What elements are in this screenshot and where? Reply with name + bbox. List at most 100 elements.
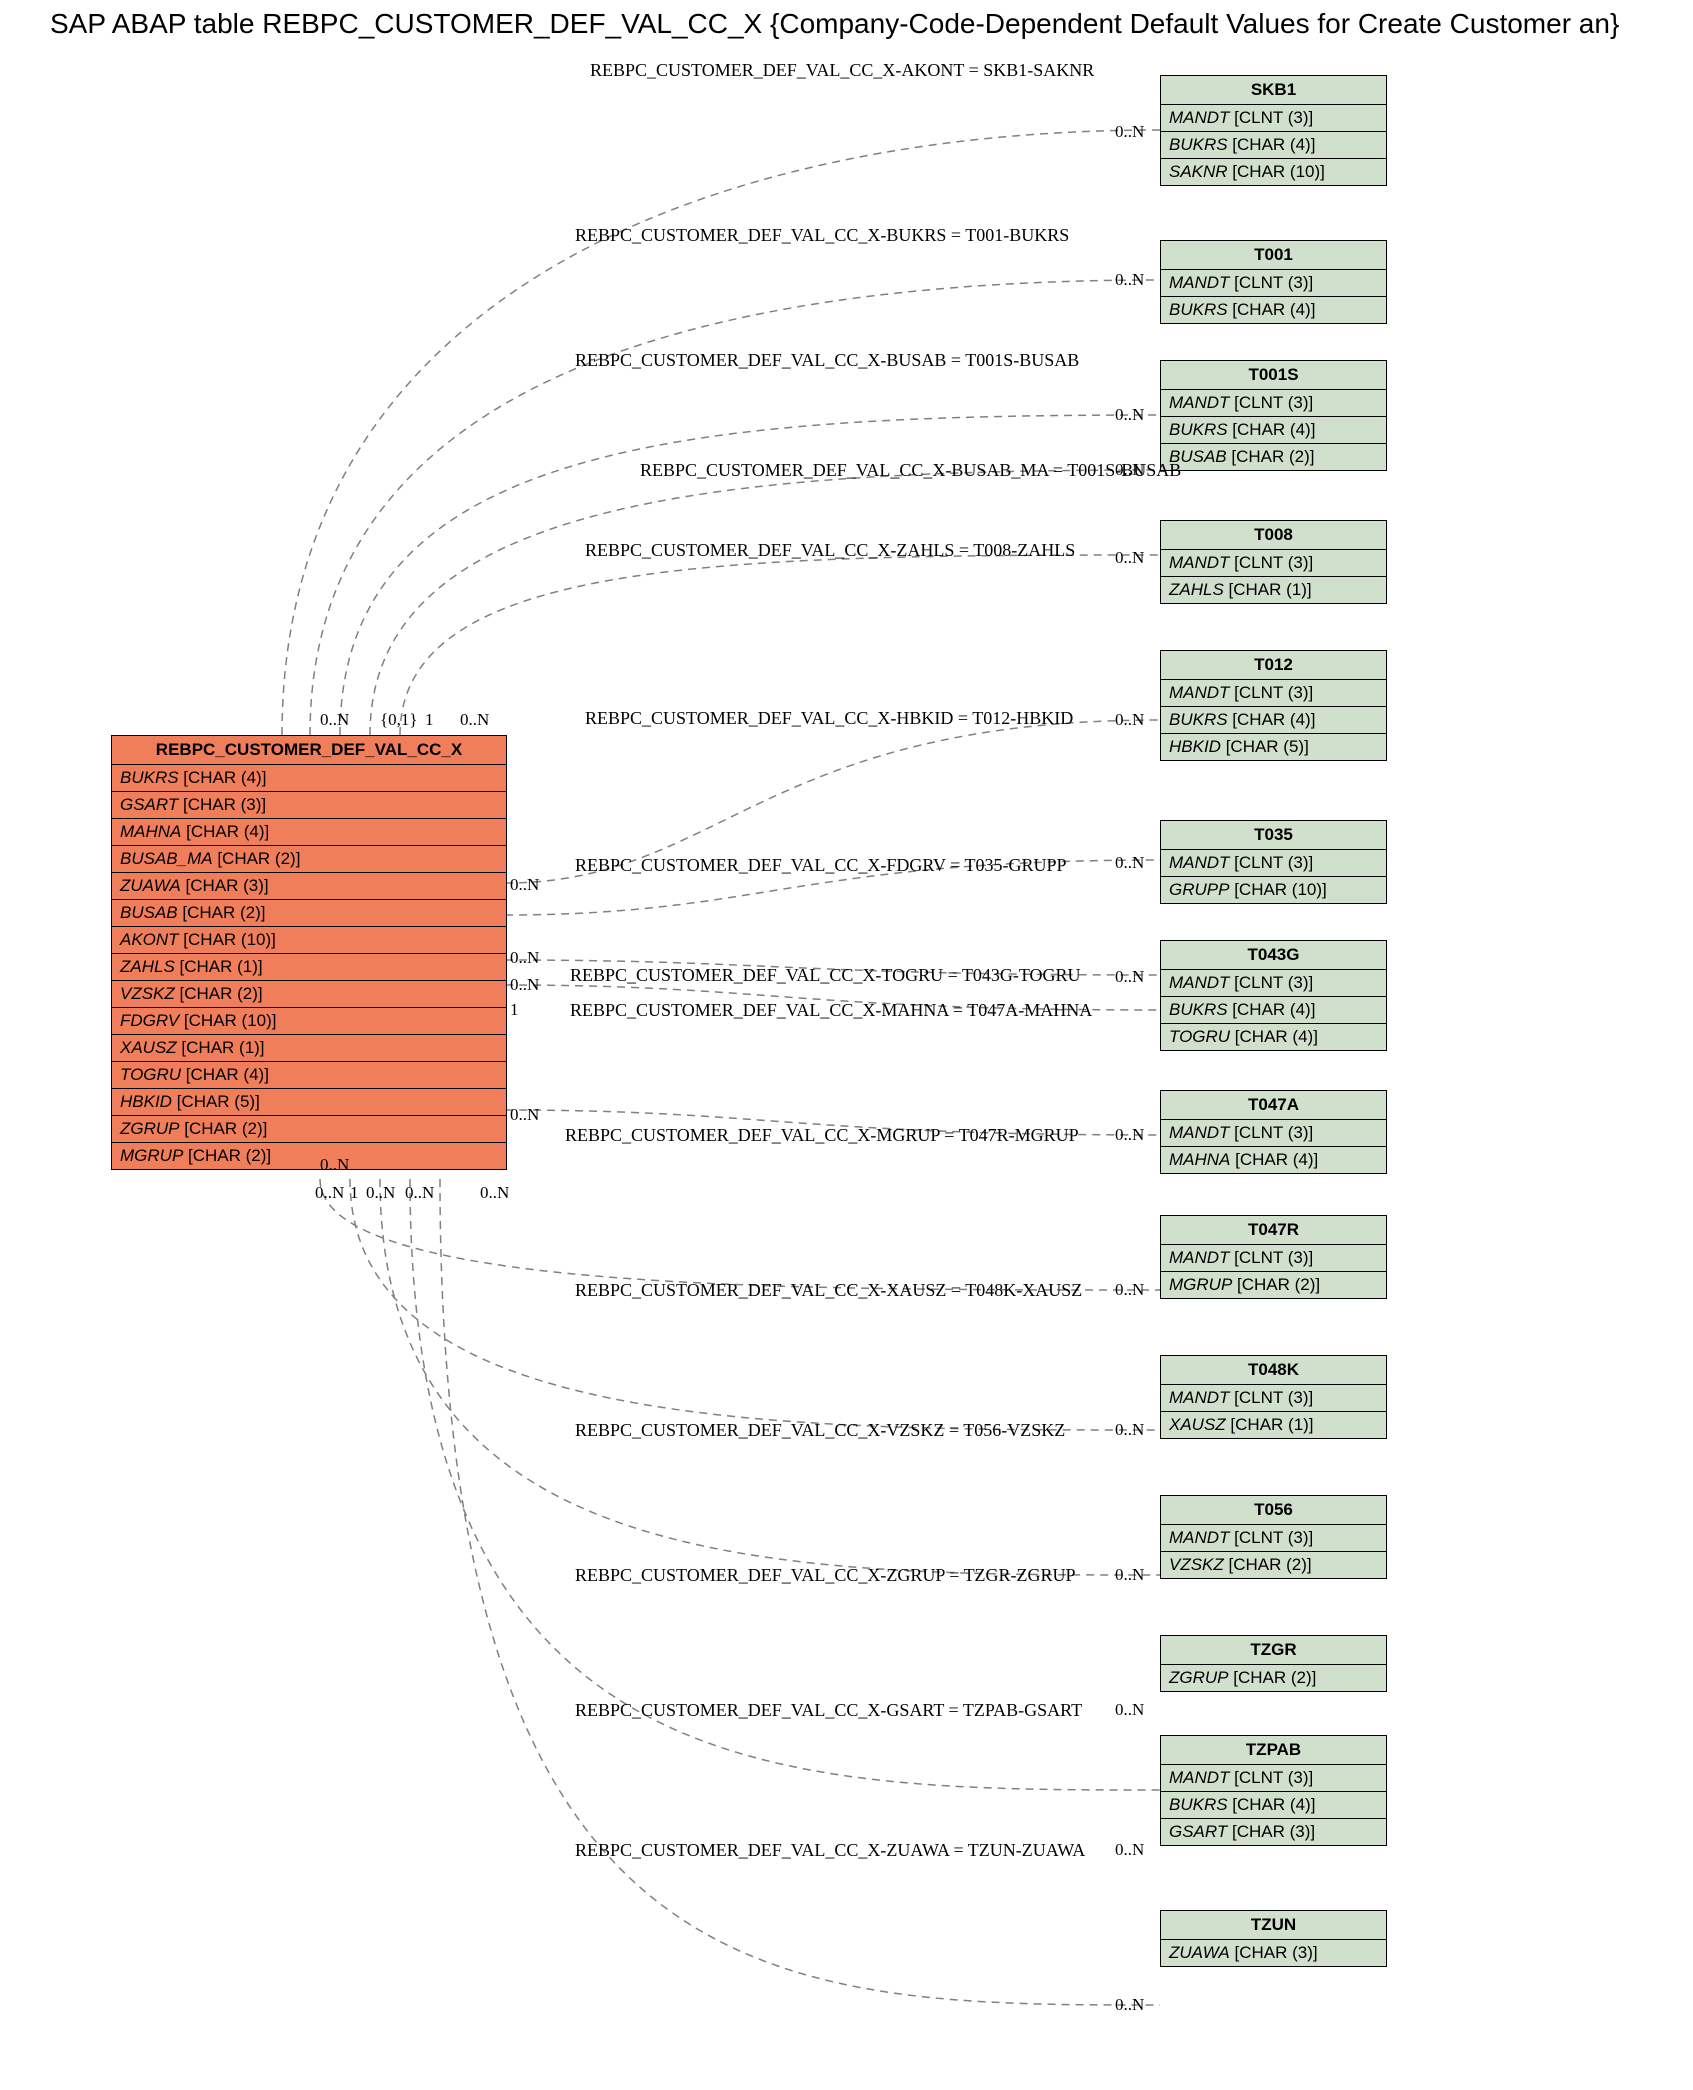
relation-label: REBPC_CUSTOMER_DEF_VAL_CC_X-ZAHLS = T008… [585,540,1075,561]
entity-field: MGRUP [CHAR (2)] [112,1143,506,1169]
cardinality: 0..N [510,948,539,968]
entity-header: T056 [1161,1496,1386,1525]
entity-field: AKONT [CHAR (10)] [112,927,506,954]
entity-field: TOGRU [CHAR (4)] [112,1062,506,1089]
cardinality: 0..N [405,1183,434,1203]
cardinality: 0..N [320,1155,349,1175]
relation-label: REBPC_CUSTOMER_DEF_VAL_CC_X-BUKRS = T001… [575,225,1069,246]
relation-label: REBPC_CUSTOMER_DEF_VAL_CC_X-BUSAB = T001… [575,350,1079,371]
entity-field: HBKID [CHAR (5)] [112,1089,506,1116]
cardinality: {0,1} [380,710,418,730]
cardinality: 0..N [1115,548,1144,568]
relation-label: REBPC_CUSTOMER_DEF_VAL_CC_X-GSART = TZPA… [575,1700,1082,1721]
entity-field: ZGRUP [CHAR (2)] [112,1116,506,1143]
entity-field: ZUAWA [CHAR (3)] [112,873,506,900]
entity-header: T047A [1161,1091,1386,1120]
entity-t048k: T048KMANDT [CLNT (3)]XAUSZ [CHAR (1)] [1160,1355,1387,1439]
cardinality: 0..N [1115,405,1144,425]
cardinality: 0..N [480,1183,509,1203]
entity-header: T012 [1161,651,1386,680]
entity-tzun: TZUNZUAWA [CHAR (3)] [1160,1910,1387,1967]
entity-field: MANDT [CLNT (3)] [1161,270,1386,297]
entity-field: MANDT [CLNT (3)] [1161,1120,1386,1147]
cardinality: 0..N [1115,1995,1144,2015]
relation-label: REBPC_CUSTOMER_DEF_VAL_CC_X-HBKID = T012… [585,708,1073,729]
entity-header: T008 [1161,521,1386,550]
cardinality: 0..N [366,1183,395,1203]
entity-t001s: T001SMANDT [CLNT (3)]BUKRS [CHAR (4)]BUS… [1160,360,1387,471]
entity-field: BUKRS [CHAR (4)] [1161,1792,1386,1819]
entity-header: T035 [1161,821,1386,850]
entity-field: HBKID [CHAR (5)] [1161,734,1386,760]
entity-main-header: REBPC_CUSTOMER_DEF_VAL_CC_X [112,736,506,765]
entity-header: SKB1 [1161,76,1386,105]
entity-field: GSART [CHAR (3)] [112,792,506,819]
cardinality: 0..N [320,710,349,730]
entity-t001: T001MANDT [CLNT (3)]BUKRS [CHAR (4)] [1160,240,1387,324]
entity-field: ZAHLS [CHAR (1)] [1161,577,1386,603]
entity-header: T048K [1161,1356,1386,1385]
entity-field: ZAHLS [CHAR (1)] [112,954,506,981]
entity-field: MANDT [CLNT (3)] [1161,1385,1386,1412]
entity-header: T001 [1161,241,1386,270]
entity-t056: T056MANDT [CLNT (3)]VZSKZ [CHAR (2)] [1160,1495,1387,1579]
entity-field: MANDT [CLNT (3)] [1161,1525,1386,1552]
cardinality: 0..N [1115,1700,1144,1720]
entity-t035: T035MANDT [CLNT (3)]GRUPP [CHAR (10)] [1160,820,1387,904]
cardinality: 0..N [1115,1840,1144,1860]
entity-field: MANDT [CLNT (3)] [1161,550,1386,577]
entity-field: MANDT [CLNT (3)] [1161,105,1386,132]
entity-field: XAUSZ [CHAR (1)] [112,1035,506,1062]
cardinality: 0..N [1115,1125,1144,1145]
relation-label: REBPC_CUSTOMER_DEF_VAL_CC_X-XAUSZ = T048… [575,1280,1082,1301]
entity-field: BUKRS [CHAR (4)] [1161,997,1386,1024]
cardinality: 0..N [510,875,539,895]
entity-tzgr: TZGRZGRUP [CHAR (2)] [1160,1635,1387,1692]
relation-label: REBPC_CUSTOMER_DEF_VAL_CC_X-ZUAWA = TZUN… [575,1840,1085,1861]
cardinality: 0..N [460,710,489,730]
entity-field: BUKRS [CHAR (4)] [1161,417,1386,444]
entity-field: BUKRS [CHAR (4)] [1161,707,1386,734]
entity-field: BUSAB_MA [CHAR (2)] [112,846,506,873]
entity-header: T047R [1161,1216,1386,1245]
entity-field: BUSAB [CHAR (2)] [1161,444,1386,470]
entity-field: MANDT [CLNT (3)] [1161,390,1386,417]
entity-field: FDGRV [CHAR (10)] [112,1008,506,1035]
relation-label: REBPC_CUSTOMER_DEF_VAL_CC_X-TOGRU = T043… [570,965,1081,986]
cardinality: 0..N [1115,1565,1144,1585]
relation-label: REBPC_CUSTOMER_DEF_VAL_CC_X-ZGRUP = TZGR… [575,1565,1076,1586]
entity-field: MGRUP [CHAR (2)] [1161,1272,1386,1298]
entity-field: MAHNA [CHAR (4)] [112,819,506,846]
entity-t047a: T047AMANDT [CLNT (3)]MAHNA [CHAR (4)] [1160,1090,1387,1174]
entity-header: T043G [1161,941,1386,970]
cardinality: 1 [350,1183,359,1203]
cardinality: 1 [425,710,434,730]
entity-header: T001S [1161,361,1386,390]
entity-field: BUKRS [CHAR (4)] [1161,297,1386,323]
cardinality: 0..N [510,1105,539,1125]
entity-field: MANDT [CLNT (3)] [1161,850,1386,877]
entity-field: VZSKZ [CHAR (2)] [1161,1552,1386,1578]
entity-field: BUSAB [CHAR (2)] [112,900,506,927]
entity-field: BUKRS [CHAR (4)] [1161,132,1386,159]
relation-label: REBPC_CUSTOMER_DEF_VAL_CC_X-MGRUP = T047… [565,1125,1079,1146]
entity-t012: T012MANDT [CLNT (3)]BUKRS [CHAR (4)]HBKI… [1160,650,1387,761]
entity-field: MANDT [CLNT (3)] [1161,1245,1386,1272]
entity-field: MAHNA [CHAR (4)] [1161,1147,1386,1173]
relation-label: REBPC_CUSTOMER_DEF_VAL_CC_X-FDGRV = T035… [575,855,1066,876]
entity-main: REBPC_CUSTOMER_DEF_VAL_CC_X BUKRS [CHAR … [111,735,507,1170]
entity-t043g: T043GMANDT [CLNT (3)]BUKRS [CHAR (4)]TOG… [1160,940,1387,1051]
entity-header: TZPAB [1161,1736,1386,1765]
entity-field: ZGRUP [CHAR (2)] [1161,1665,1386,1691]
entity-field: GRUPP [CHAR (10)] [1161,877,1386,903]
relation-label: REBPC_CUSTOMER_DEF_VAL_CC_X-MAHNA = T047… [570,1000,1092,1021]
entity-field: ZUAWA [CHAR (3)] [1161,1940,1386,1966]
cardinality: 0..N [1115,710,1144,730]
entity-skb1: SKB1MANDT [CLNT (3)]BUKRS [CHAR (4)]SAKN… [1160,75,1387,186]
entity-field: SAKNR [CHAR (10)] [1161,159,1386,185]
entity-tzpab: TZPABMANDT [CLNT (3)]BUKRS [CHAR (4)]GSA… [1160,1735,1387,1846]
entity-t047r: T047RMANDT [CLNT (3)]MGRUP [CHAR (2)] [1160,1215,1387,1299]
cardinality: 0..N [1115,270,1144,290]
relation-label: REBPC_CUSTOMER_DEF_VAL_CC_X-VZSKZ = T056… [575,1420,1065,1441]
entity-field: VZSKZ [CHAR (2)] [112,981,506,1008]
